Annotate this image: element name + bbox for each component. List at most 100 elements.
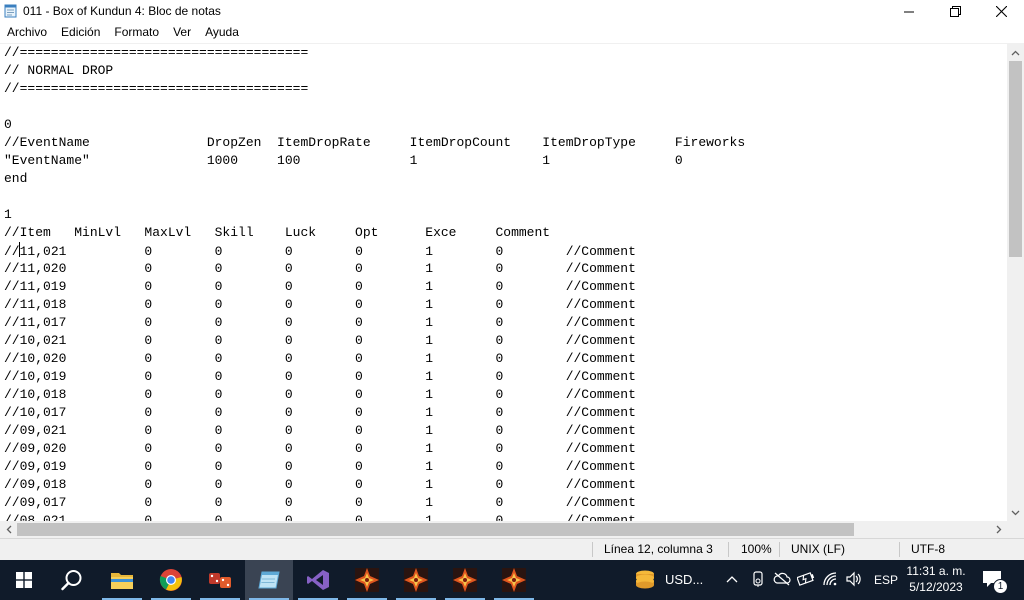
clock[interactable]: 11:31 a. m. 5/12/2023 — [903, 563, 969, 597]
notification-badge: 1 — [993, 579, 1008, 594]
mu-game-icon — [502, 568, 526, 592]
menu-ayuda[interactable]: Ayuda — [198, 23, 246, 43]
editor-line[interactable] — [4, 188, 1007, 206]
chevron-left-icon — [6, 525, 11, 534]
menu-edicion[interactable]: Edición — [54, 23, 107, 43]
battery-icon[interactable] — [796, 572, 815, 591]
currency-label: USD... — [665, 572, 704, 587]
visual-studio-icon — [307, 570, 329, 590]
cloud-offline-icon[interactable] — [773, 572, 791, 591]
editor-line[interactable]: //10,021 0 0 0 0 1 0 //Comment — [4, 332, 1007, 350]
mu-game-button-4[interactable] — [490, 560, 538, 600]
editor-line[interactable]: //09,020 0 0 0 0 1 0 //Comment — [4, 440, 1007, 458]
text-editor[interactable]: //===================================== /… — [0, 44, 1007, 521]
folder-icon — [111, 573, 133, 589]
menu-bar: Archivo Edición Formato Ver Ayuda — [0, 23, 1024, 43]
menu-ver[interactable]: Ver — [166, 23, 198, 43]
mu-game-button-2[interactable] — [392, 560, 440, 600]
scroll-right-button[interactable] — [990, 521, 1007, 538]
status-divider — [592, 542, 593, 557]
editor-line[interactable]: // NORMAL DROP — [4, 62, 1007, 80]
status-line-ending: UNIX (LF) — [791, 542, 845, 556]
editor-line[interactable]: //10,018 0 0 0 0 1 0 //Comment — [4, 386, 1007, 404]
wifi-icon[interactable] — [822, 571, 838, 592]
maximize-button[interactable] — [932, 0, 978, 23]
editor-line[interactable]: //08,021 0 0 0 0 1 0 //Comment — [4, 512, 1007, 521]
editor-line[interactable]: //10,020 0 0 0 0 1 0 //Comment — [4, 350, 1007, 368]
editor-line[interactable]: end — [4, 170, 1007, 188]
money-stack-icon — [636, 570, 654, 589]
scroll-down-button[interactable] — [1007, 504, 1024, 521]
vertical-scrollbar[interactable] — [1007, 44, 1024, 521]
search-icon — [61, 570, 82, 591]
status-divider — [899, 542, 900, 557]
usb-device-icon[interactable] — [750, 571, 766, 593]
notification-center-button[interactable]: 1 — [982, 570, 1008, 594]
mu-game-icon — [404, 568, 428, 592]
status-zoom: 100% — [741, 542, 772, 556]
editor-line[interactable]: //11,017 0 0 0 0 1 0 //Comment — [4, 314, 1007, 332]
file-explorer-button[interactable] — [98, 560, 146, 600]
show-hidden-icons-button[interactable] — [725, 572, 739, 591]
scroll-up-button[interactable] — [1007, 44, 1024, 61]
mu-game-button-3[interactable] — [441, 560, 489, 600]
editor-line[interactable]: //09,017 0 0 0 0 1 0 //Comment — [4, 494, 1007, 512]
volume-icon[interactable] — [845, 571, 863, 592]
chevron-up-icon — [726, 576, 738, 583]
editor-line[interactable]: //EventName DropZen ItemDropRate ItemDro… — [4, 134, 1007, 152]
status-bar: Línea 12, columna 3 100% UNIX (LF) UTF-8 — [0, 538, 1024, 560]
editor-line[interactable]: //Item MinLvl MaxLvl Skill Luck Opt Exce… — [4, 224, 1007, 242]
notepad-button[interactable] — [245, 560, 293, 600]
dice-icon — [209, 573, 231, 588]
scrollbar-corner — [1007, 521, 1024, 538]
editor-line[interactable]: 0 — [4, 116, 1007, 134]
menu-formato[interactable]: Formato — [107, 23, 166, 43]
taskbar: USD... ESP 11:31 a. m. 5/12/2023 1 — [0, 560, 1024, 600]
editor-line[interactable]: //===================================== — [4, 44, 1007, 62]
clock-time: 11:31 a. m. — [906, 564, 966, 578]
chrome-icon — [159, 569, 182, 591]
minimize-button[interactable] — [886, 0, 932, 23]
vertical-scroll-thumb[interactable] — [1009, 61, 1022, 257]
chrome-button[interactable] — [147, 560, 195, 600]
editor-text[interactable]: //===================================== /… — [0, 44, 1007, 521]
editor-line[interactable]: //11,021 0 0 0 0 1 0 //Comment — [4, 242, 1007, 260]
mu-game-icon — [453, 568, 477, 592]
chevron-right-icon — [996, 525, 1001, 534]
clock-date: 5/12/2023 — [909, 580, 963, 594]
visual-studio-button[interactable] — [294, 560, 342, 600]
start-button[interactable] — [0, 560, 48, 600]
editor-line[interactable]: //09,019 0 0 0 0 1 0 //Comment — [4, 458, 1007, 476]
title-bar[interactable]: 011 - Box of Kundun 4: Bloc de notas — [0, 0, 1024, 23]
window-title: 011 - Box of Kundun 4: Bloc de notas — [23, 4, 221, 18]
editor-line[interactable]: "EventName" 1000 100 1 1 0 — [4, 152, 1007, 170]
menu-archivo[interactable]: Archivo — [0, 23, 54, 43]
status-divider — [779, 542, 780, 557]
editor-line[interactable]: //09,021 0 0 0 0 1 0 //Comment — [4, 422, 1007, 440]
editor-line[interactable] — [4, 98, 1007, 116]
dice-app-button[interactable] — [196, 560, 244, 600]
notepad-icon — [258, 571, 280, 589]
currency-widget[interactable]: USD... — [630, 560, 710, 600]
horizontal-scrollbar[interactable] — [0, 521, 1007, 538]
minimize-icon — [904, 11, 914, 12]
restore-icon — [949, 6, 961, 17]
editor-line[interactable]: //09,018 0 0 0 0 1 0 //Comment — [4, 476, 1007, 494]
windows-logo-icon — [16, 572, 32, 588]
horizontal-scroll-thumb[interactable] — [17, 523, 854, 536]
editor-line[interactable]: //11,018 0 0 0 0 1 0 //Comment — [4, 296, 1007, 314]
text-caret — [18, 242, 20, 257]
editor-line[interactable]: //11,020 0 0 0 0 1 0 //Comment — [4, 260, 1007, 278]
editor-line[interactable]: //10,019 0 0 0 0 1 0 //Comment — [4, 368, 1007, 386]
editor-line[interactable]: 1 — [4, 206, 1007, 224]
mu-game-icon — [355, 568, 379, 592]
editor-line[interactable]: //11,019 0 0 0 0 1 0 //Comment — [4, 278, 1007, 296]
language-indicator[interactable]: ESP — [874, 573, 898, 587]
notepad-app-icon — [4, 4, 17, 18]
mu-game-button-1[interactable] — [343, 560, 391, 600]
close-button[interactable] — [978, 0, 1024, 23]
editor-line[interactable]: //10,017 0 0 0 0 1 0 //Comment — [4, 404, 1007, 422]
editor-line[interactable]: //===================================== — [4, 80, 1007, 98]
search-button[interactable] — [48, 560, 96, 600]
scroll-left-button[interactable] — [0, 521, 17, 538]
